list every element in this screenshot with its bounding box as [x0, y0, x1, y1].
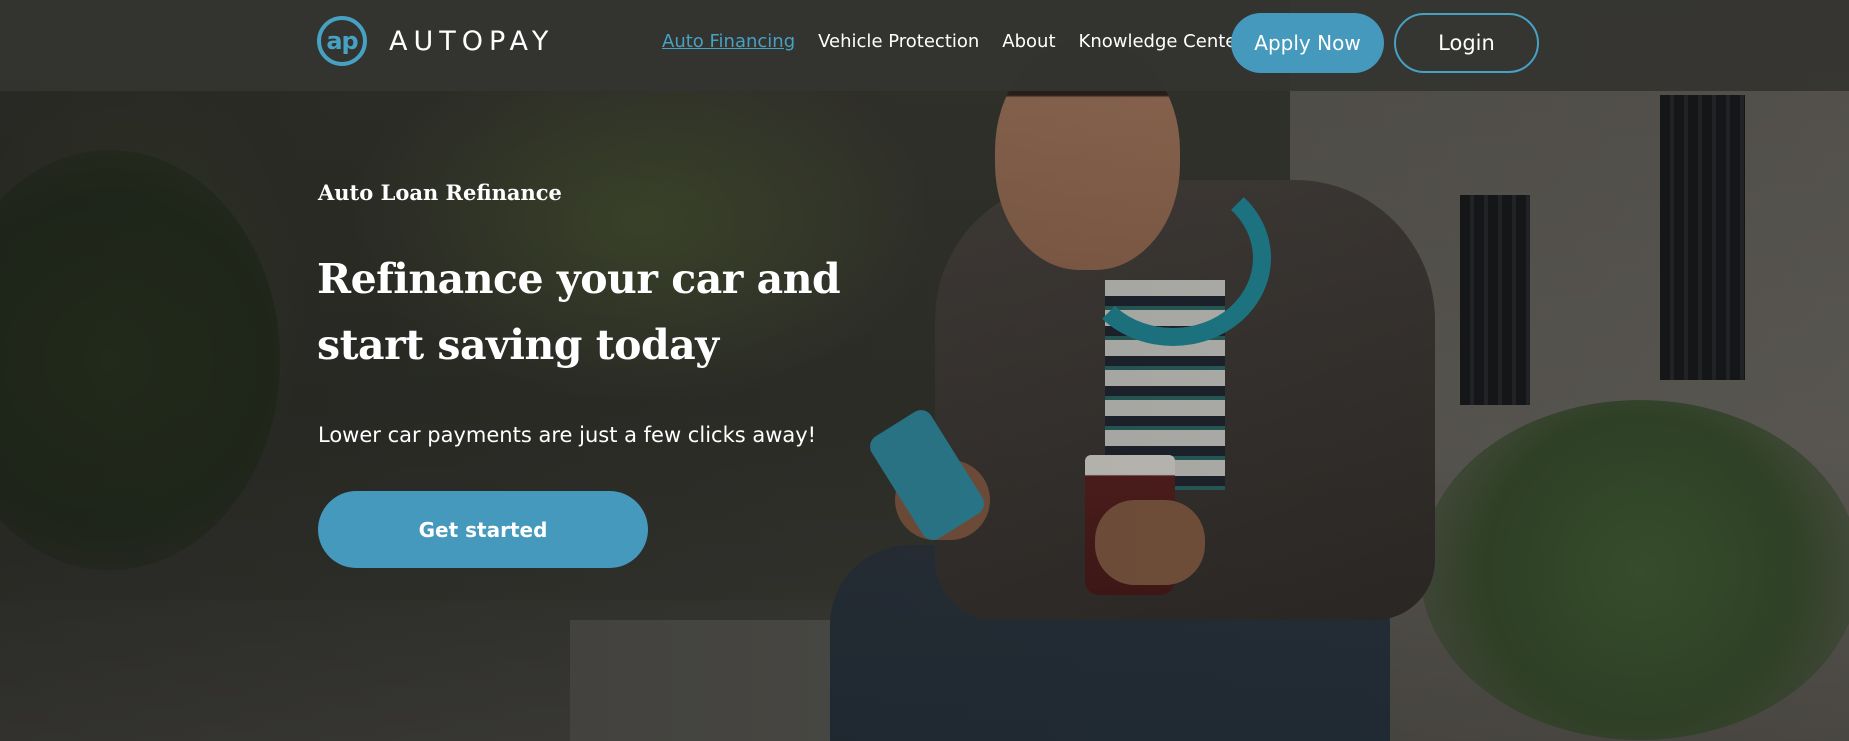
top-nav: ap AUTOPAY Auto Financing Vehicle Protec…	[0, 0, 1849, 91]
hero-headline-line-1: Refinance your car and	[317, 255, 841, 303]
get-started-button[interactable]: Get started	[318, 491, 648, 568]
nav-links: Auto Financing Vehicle Protection About …	[662, 31, 1267, 52]
hero-subtext: Lower car payments are just a few clicks…	[318, 423, 817, 447]
brand-logo[interactable]: ap AUTOPAY	[317, 12, 554, 70]
hero-eyebrow: Auto Loan Refinance	[318, 180, 562, 205]
apply-now-button[interactable]: Apply Now	[1231, 13, 1384, 73]
hero-section: ap AUTOPAY Auto Financing Vehicle Protec…	[0, 0, 1849, 741]
hero-headline: Refinance your car and start saving toda…	[317, 246, 877, 378]
login-button[interactable]: Login	[1394, 13, 1539, 73]
hero-overlay	[0, 0, 1849, 741]
nav-link-knowledge-center[interactable]: Knowledge Center	[1079, 31, 1244, 52]
hero-headline-line-2: start saving today	[317, 321, 719, 369]
brand-name: AUTOPAY	[389, 25, 555, 57]
nav-link-vehicle-protection[interactable]: Vehicle Protection	[818, 31, 979, 52]
nav-link-about[interactable]: About	[1002, 31, 1055, 52]
logo-mark-icon: ap	[317, 16, 367, 66]
nav-link-auto-financing[interactable]: Auto Financing	[662, 31, 795, 52]
